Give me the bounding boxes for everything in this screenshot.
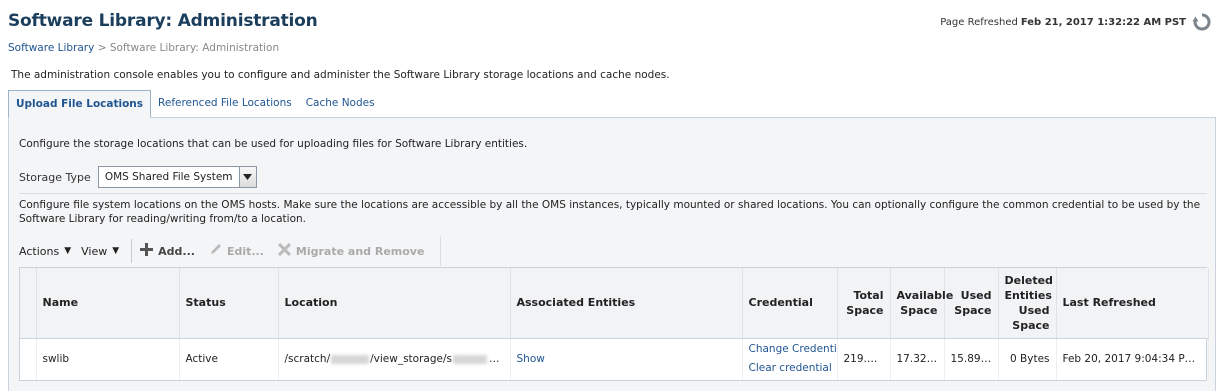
table-row[interactable]: swlib Active /scratch//view_storage/s_j.… <box>20 338 1209 380</box>
close-icon <box>277 242 291 259</box>
config-description: Configure file system locations on the O… <box>19 199 1201 225</box>
table-header-row: Name Status Location Associated Entities… <box>20 268 1209 339</box>
cell-last-refreshed: Feb 20, 2017 9:04:34 PM ... <box>1056 338 1209 380</box>
cell-deleted-used-space: 0 Bytes <box>998 338 1057 380</box>
add-button-label: Add... <box>158 244 195 258</box>
migrate-and-remove-label: Migrate and Remove <box>295 244 425 258</box>
column-header-associated-entities[interactable]: Associated Entities <box>510 268 743 339</box>
caret-down-icon: ▼ <box>64 246 72 256</box>
caret-down-icon: ▼ <box>112 246 120 256</box>
toolbar-separator <box>131 239 133 263</box>
storage-type-value: OMS Shared File System <box>104 171 233 183</box>
column-header-available-space[interactable]: Available Space <box>890 268 953 339</box>
refresh-icon[interactable] <box>1192 12 1212 32</box>
page-description: The administration console enables you t… <box>11 69 670 81</box>
cell-name: swlib <box>36 338 180 380</box>
cell-credential: Change Credential Clear credential <box>742 338 838 380</box>
column-header-total-space[interactable]: Total Space <box>837 268 891 339</box>
column-header-credential[interactable]: Credential <box>742 268 838 339</box>
cell-total-space: 219.8... <box>837 338 891 380</box>
storage-type-select[interactable]: OMS Shared File System <box>97 166 257 188</box>
panel-intro: Configure the storage locations that can… <box>19 138 528 150</box>
location-middle: /view_storage/s <box>370 353 452 366</box>
section-divider <box>19 193 1207 194</box>
tab-bar: Upload File Locations Referenced File Lo… <box>8 90 1222 118</box>
column-header-status[interactable]: Status <box>179 268 279 339</box>
view-menu-button[interactable]: View ▼ <box>81 245 119 258</box>
toolbar-end-separator <box>440 236 442 266</box>
actions-menu-label: Actions <box>19 244 60 258</box>
table-toolbar: Actions ▼ View ▼ Add... Edit... Migrate … <box>19 236 1207 266</box>
column-header-name[interactable]: Name <box>36 268 180 339</box>
locations-table: Name Status Location Associated Entities… <box>19 267 1209 381</box>
cell-used-space: 15.89 ... <box>944 338 999 380</box>
cell-location: /scratch//view_storage/s_j... <box>278 338 511 380</box>
chevron-down-icon[interactable] <box>238 167 256 187</box>
row-selector[interactable] <box>20 338 37 380</box>
redacted-text <box>453 354 487 364</box>
column-header-deleted-entities-used-space[interactable]: Deleted Entities Used Space <box>998 268 1057 339</box>
edit-button-label: Edit... <box>226 244 264 258</box>
view-menu-label: View <box>81 244 108 258</box>
refresh-timestamp: Feb 21, 2017 1:32:22 AM PST <box>1020 16 1186 28</box>
redacted-text <box>331 354 370 364</box>
breadcrumb-separator: > <box>97 42 107 54</box>
tab-upload-file-locations[interactable]: Upload File Locations <box>8 90 152 118</box>
cell-associated-entities: Show <box>510 338 743 380</box>
refresh-label: Page Refreshed <box>940 16 1018 28</box>
change-credential-link[interactable]: Change Credential <box>749 340 837 359</box>
row-selector-header <box>20 268 37 339</box>
location-prefix: /scratch/ <box>284 353 331 366</box>
upload-file-locations-panel: Configure the storage locations that can… <box>8 117 1216 391</box>
breadcrumb: Software Library > Software Library: Adm… <box>8 42 279 54</box>
pencil-icon <box>209 243 222 259</box>
tab-cache-nodes[interactable]: Cache Nodes <box>299 90 382 117</box>
edit-button[interactable]: Edit... <box>209 243 264 259</box>
add-button[interactable]: Add... <box>140 243 195 259</box>
migrate-and-remove-button[interactable]: Migrate and Remove <box>277 242 425 259</box>
clear-credential-link[interactable]: Clear credential <box>749 359 832 378</box>
plus-icon <box>140 243 154 259</box>
cell-status: Active <box>179 338 279 380</box>
breadcrumb-current: Software Library: Administration <box>109 42 280 54</box>
page-title: Software Library: Administration <box>8 11 318 31</box>
storage-type-label: Storage Type <box>19 170 91 184</box>
column-header-used-space[interactable]: Used Space <box>944 268 999 339</box>
storage-type-row: Storage Type OMS Shared File System <box>19 166 257 188</box>
breadcrumb-software-library-link[interactable]: Software Library <box>8 42 94 54</box>
show-associated-entities-link[interactable]: Show <box>517 353 545 365</box>
actions-menu-button[interactable]: Actions ▼ <box>19 245 71 258</box>
cell-available-space: 17.32 ... <box>890 338 945 380</box>
page-refreshed-info: Page Refreshed Feb 21, 2017 1:32:22 AM P… <box>940 12 1212 32</box>
column-header-location[interactable]: Location <box>278 268 511 339</box>
column-header-last-refreshed[interactable]: Last Refreshed <box>1056 268 1209 339</box>
tab-referenced-file-locations[interactable]: Referenced File Locations <box>151 90 299 117</box>
